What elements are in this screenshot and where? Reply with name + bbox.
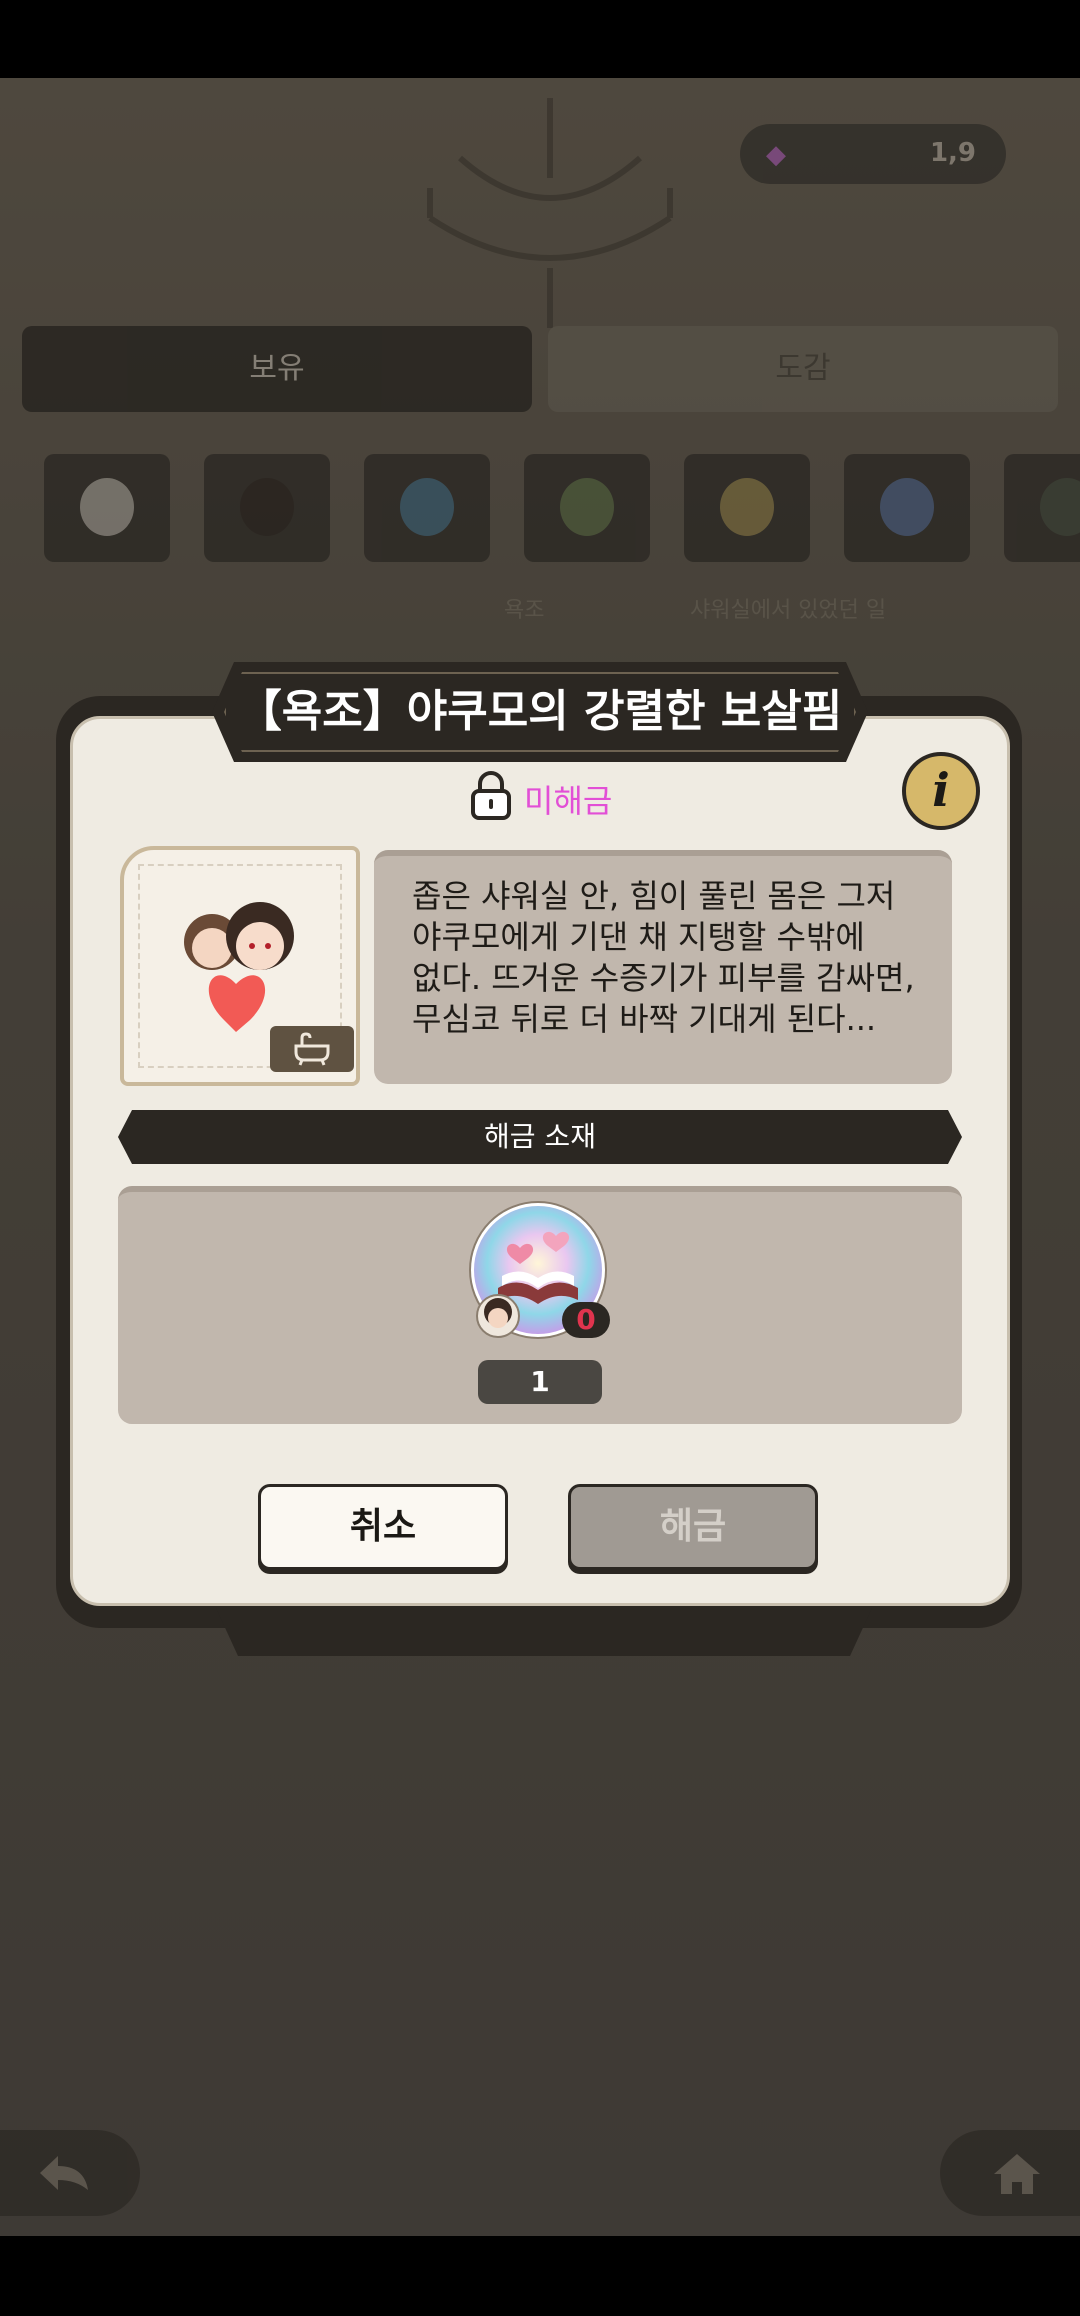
cancel-button[interactable]: 취소 bbox=[258, 1484, 508, 1570]
lock-status-text: 미해금 bbox=[524, 782, 613, 820]
dialog-title: 【욕조】야쿠모의 강렬한 보살핌 bbox=[237, 686, 843, 737]
bathtub-badge bbox=[270, 1026, 354, 1072]
bathtub-icon bbox=[294, 1032, 330, 1066]
unlock-button[interactable]: 해금 bbox=[568, 1484, 818, 1570]
character-avatar bbox=[476, 1294, 520, 1338]
dialog-bottom-plate bbox=[216, 1608, 872, 1656]
info-icon[interactable]: i bbox=[902, 752, 980, 830]
section-title: 해금 소재 bbox=[484, 1120, 596, 1153]
description-text: 좁은 샤워실 안, 힘이 풀린 몸은 그저 야쿠모에게 기댄 채 지탱할 수밖에… bbox=[412, 877, 915, 1038]
lock-icon bbox=[471, 771, 511, 820]
chibi-characters-image bbox=[184, 902, 294, 1032]
required-quantity: 1 bbox=[478, 1360, 602, 1404]
owned-count-badge: 0 bbox=[562, 1302, 610, 1338]
